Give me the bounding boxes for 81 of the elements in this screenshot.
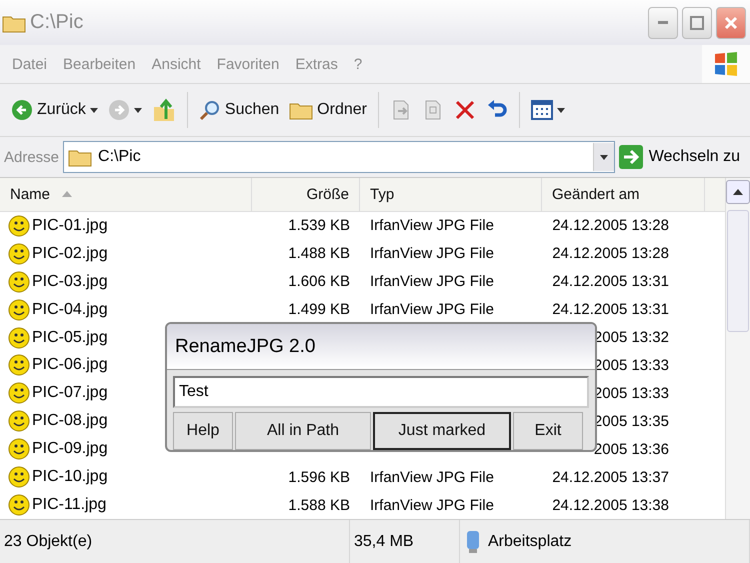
column-header[interactable]: Name [0,178,252,211]
window-title: C:\Pic [30,11,84,34]
toolbar-button[interactable]: Zurück [8,95,101,125]
dialog-button[interactable]: All in Path [235,412,371,450]
modified-date: 24.12.2005 13:31 [551,273,670,290]
address-field[interactable]: C:\Pic [63,141,615,173]
file-name[interactable]: PIC-07.jpg [32,384,108,402]
views-icon [530,100,553,120]
file-name[interactable]: PIC-09.jpg [32,440,108,458]
file-size: 1.539 KB [287,217,351,234]
file-size: 1.606 KB [287,273,351,290]
dropdown-button[interactable] [592,143,614,171]
smiley-icon [8,466,30,488]
caret-icon [134,108,142,112]
toolbar-button[interactable]: Ordner [286,96,370,124]
dialog-button[interactable]: Exit [513,412,583,450]
modified-date: 24.12.2005 13:37 [551,468,670,486]
input-field[interactable]: Test [173,376,589,408]
maximize-icon [690,16,704,30]
close-icon [724,16,738,30]
smiley-icon [8,242,30,265]
dialog-title: RenameJPG 2.0 [175,336,316,358]
caret-icon [90,108,98,112]
delete-icon [454,99,476,121]
minimize-icon [658,21,668,24]
file-type: IrfanView JPG File [369,496,495,514]
modified-date: 24.12.2005 13:31 [551,301,670,318]
modified-date: 24.12.2005 13:28 [551,245,670,262]
up-folder-icon [152,97,176,123]
total-size: 35,4 MB [354,532,414,550]
close-button[interactable] [716,6,746,38]
caret-icon [600,154,608,160]
address-label: Adresse [4,148,60,166]
search-icon [198,99,221,121]
smiley-icon [8,382,30,404]
modified-date: 24.12.2005 13:38 [551,496,670,514]
smiley-icon [8,410,30,432]
caret-icon [556,108,565,112]
go-button[interactable]: Wechseln zu [618,145,746,169]
minimize-button[interactable] [648,6,678,38]
file-size: 1.499 KB [287,301,351,318]
file-name[interactable]: PIC-08.jpg [32,412,108,430]
file-name[interactable]: PIC-01.jpg [32,216,108,235]
object-count: 23 Objekt(e) [4,532,92,550]
smiley-icon [8,270,30,293]
computer-icon [464,530,482,554]
file-type: IrfanView JPG File [369,245,495,262]
dialog-button[interactable]: Just marked [373,412,511,450]
file-type: IrfanView JPG File [369,301,495,318]
column-header[interactable]: Typ [360,178,542,211]
sort-arrow-icon [62,191,72,198]
modified-date: 24.12.2005 13:28 [551,217,670,234]
file-type: IrfanView JPG File [369,217,495,234]
file-name[interactable]: PIC-10.jpg [32,468,108,486]
file-name[interactable]: PIC-11.jpg [32,496,106,514]
smiley-icon [8,214,30,237]
toolbar-button[interactable]: Suchen [196,95,282,125]
file-size: 1.488 KB [287,245,351,262]
modified-date: 2005 13:36 [592,440,670,458]
scroll-up-icon [733,189,743,195]
dialog-button[interactable]: Help [173,412,233,450]
smiley-icon [8,438,30,460]
location-label: Arbeitsplatz [488,532,572,550]
file-name[interactable]: PIC-05.jpg [32,328,108,347]
smiley-icon [8,326,30,349]
scrollbar[interactable] [725,178,750,519]
file-type: IrfanView JPG File [369,273,495,290]
smiley-icon [8,494,30,516]
file-name[interactable]: PIC-06.jpg [32,356,108,374]
smiley-icon [8,298,30,321]
file-size: 1.596 KB [287,468,351,486]
file-name[interactable]: PIC-04.jpg [32,300,108,319]
file-name[interactable]: PIC-03.jpg [32,272,108,291]
column-header[interactable]: Geändert am [542,178,705,211]
smiley-icon [8,354,30,376]
windows-logo-icon [713,51,739,77]
file-type: IrfanView JPG File [369,468,495,486]
maximize-button[interactable] [682,6,712,38]
file-name[interactable]: PIC-02.jpg [32,244,108,263]
file-size: 1.588 KB [287,496,351,514]
column-header[interactable]: Größe [252,178,360,211]
